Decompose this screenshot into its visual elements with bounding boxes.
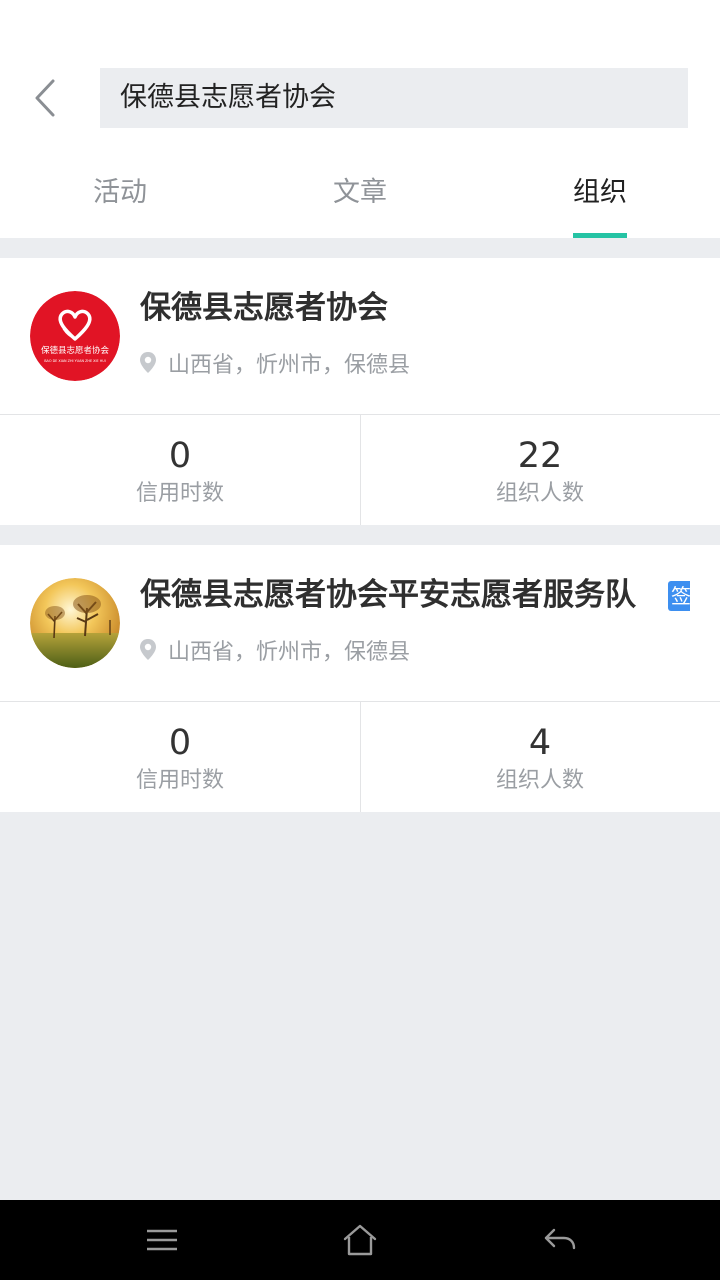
home-button[interactable] — [338, 1218, 382, 1262]
back-arrow-icon — [544, 1228, 576, 1250]
tab-activities[interactable]: 活动 — [0, 160, 240, 238]
credit-hours-value: 0 — [168, 723, 192, 763]
org-location: 山西省，忻州市，保德县 — [138, 633, 410, 667]
search-input[interactable]: 保德县志愿者协会 — [100, 68, 688, 128]
credit-hours-label: 信用时数 — [135, 481, 224, 506]
org-location: 山西省，忻州市，保德县 — [138, 346, 410, 380]
members-value: 4 — [528, 723, 552, 763]
sign-badge: 签 — [668, 581, 690, 611]
credit-hours-label: 信用时数 — [135, 768, 224, 793]
return-button[interactable] — [538, 1218, 582, 1262]
menu-icon — [147, 1229, 177, 1251]
avatar: 保德县志愿者协会 BAO DE XIAN ZHI YUAN ZHE XIE HU… — [30, 291, 120, 381]
credit-hours-stat: 0 信用时数 — [0, 702, 360, 812]
tab-organizations[interactable]: 组织 — [480, 160, 720, 238]
avatar — [30, 578, 120, 668]
credit-hours-value: 0 — [168, 436, 192, 476]
org-name: 保德县志愿者协会 — [140, 290, 388, 326]
back-button[interactable] — [22, 72, 68, 124]
tab-articles[interactable]: 文章 — [240, 160, 480, 238]
members-label: 组织人数 — [495, 481, 584, 506]
org-photo — [30, 578, 120, 668]
org-name: 保德县志愿者协会平安志愿者服务队 — [140, 577, 636, 613]
location-pin-icon — [138, 638, 158, 662]
org-card[interactable]: 保德县志愿者协会平安志愿者服务队 签 山西省，忻州市，保德县 0 信用时数 4 … — [0, 545, 720, 812]
org-logo: 保德县志愿者协会 BAO DE XIAN ZHI YUAN ZHE XIE HU… — [30, 291, 120, 381]
location-pin-icon — [138, 351, 158, 375]
logo-subtext: BAO DE XIAN ZHI YUAN ZHE XIE HUI — [44, 359, 106, 363]
members-stat: 4 组织人数 — [360, 702, 720, 812]
members-label: 组织人数 — [495, 768, 584, 793]
system-nav-bar — [0, 1200, 720, 1280]
tab-organizations-label: 组织 — [573, 177, 627, 208]
location-text: 山西省，忻州市，保德县 — [168, 640, 411, 665]
logo-text: 保德县志愿者协会 — [41, 345, 110, 356]
active-tab-indicator — [573, 233, 627, 238]
members-stat: 22 组织人数 — [360, 415, 720, 525]
tab-bar: 活动 文章 组织 — [0, 160, 720, 238]
menu-button[interactable] — [140, 1218, 184, 1262]
credit-hours-stat: 0 信用时数 — [0, 415, 360, 525]
org-card[interactable]: 保德县志愿者协会 BAO DE XIAN ZHI YUAN ZHE XIE HU… — [0, 258, 720, 525]
members-value: 22 — [517, 436, 563, 476]
chevron-left-icon — [35, 79, 55, 117]
header: 保德县志愿者协会 活动 文章 组织 — [0, 0, 720, 238]
home-icon — [343, 1224, 377, 1256]
location-text: 山西省，忻州市，保德县 — [168, 353, 411, 378]
